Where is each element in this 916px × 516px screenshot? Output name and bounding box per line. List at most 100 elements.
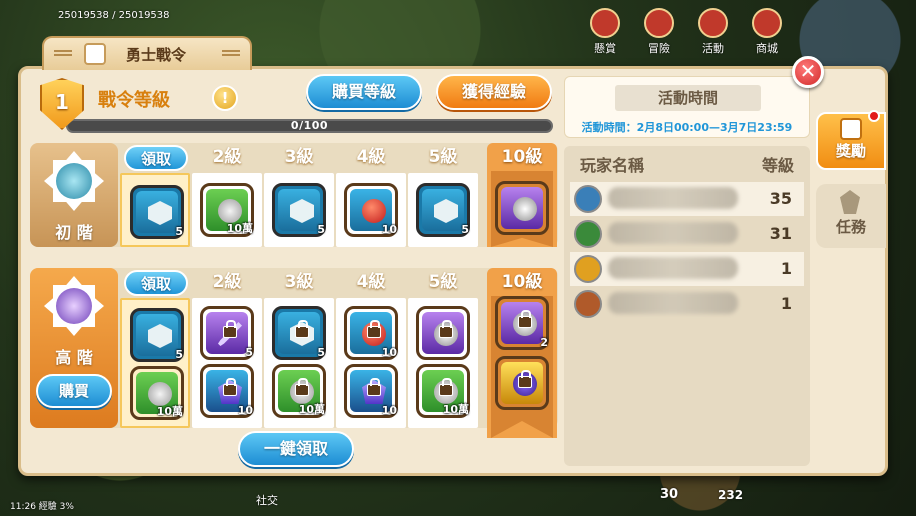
gold-item-icon[interactable]: [495, 356, 549, 410]
gem-item-icon[interactable]: 10: [344, 364, 398, 418]
player-avatar: [574, 255, 602, 283]
basic-emblem-icon: [44, 151, 104, 211]
level-header: 2級: [212, 147, 242, 167]
buy-level-button[interactable]: 購買等級: [306, 74, 422, 110]
coin-item-icon[interactable]: 10萬: [272, 364, 326, 418]
menu-adventure[interactable]: 冒險: [639, 8, 679, 56]
window-title: 勇士戰令: [126, 46, 187, 64]
ranking-header: 玩家名稱 等級: [580, 152, 794, 176]
player-avatar: [574, 220, 602, 248]
menu-bounty[interactable]: 懸賞: [585, 8, 625, 56]
advanced-rank-badge: 高 階 購買: [30, 268, 118, 428]
player-level: 31: [769, 224, 792, 243]
reward-qty: 10: [381, 223, 397, 236]
player-avatar: [574, 185, 602, 213]
reward-qty: 5: [245, 346, 253, 359]
player-level: 1: [780, 259, 792, 278]
ranking-list: 玩家名稱 等級 35 31 1 1: [564, 146, 810, 466]
lock-icon: [518, 310, 532, 328]
gain-exp-button[interactable]: 獲得經驗: [436, 74, 552, 110]
counter-b: 232: [718, 488, 744, 502]
reward-qty: 10: [381, 346, 397, 359]
info-icon[interactable]: !: [212, 85, 238, 111]
advanced-col-1: 2級 5 10: [192, 268, 262, 428]
ranking-row[interactable]: 1: [570, 287, 804, 321]
reward-qty: 10萬: [226, 222, 253, 235]
cube-item-icon[interactable]: 5: [416, 183, 470, 237]
lock-icon: [367, 320, 381, 338]
basic-col-0: 領取 5: [120, 143, 190, 247]
advanced-col-2: 3級 5 10萬: [264, 268, 334, 428]
silver-item-icon[interactable]: [495, 181, 549, 235]
level-header: 2級: [212, 272, 242, 292]
ranking-row[interactable]: 1: [570, 252, 804, 286]
tab-task[interactable]: 任務: [816, 184, 886, 248]
claim-button[interactable]: 領取: [124, 145, 188, 171]
player-name-blurred: [608, 222, 738, 244]
advanced-emblem-icon: [44, 276, 104, 336]
right-panel: 活動時間 活動時間：2月8日00:00—3月7日23:59 玩家名稱 等級 35…: [564, 76, 810, 466]
ranking-row[interactable]: 31: [570, 217, 804, 251]
reward-qty: 10萬: [298, 403, 325, 416]
cube-item-icon[interactable]: 5: [130, 308, 184, 362]
event-time-title: 活動時間: [615, 85, 761, 111]
ranking-col-name: 玩家名稱: [580, 156, 645, 175]
lock-icon: [439, 320, 453, 338]
level-header: 3級: [284, 147, 314, 167]
tab-reward[interactable]: 獎勵: [816, 110, 886, 170]
player-name-blurred: [608, 292, 738, 314]
ranking-row[interactable]: 35: [570, 182, 804, 216]
basic-col-4: 5級 5: [408, 143, 478, 247]
claim-all-button[interactable]: 一鍵領取: [238, 431, 354, 467]
cube-item-icon[interactable]: 5: [130, 185, 184, 239]
social-button[interactable]: 社交: [256, 492, 278, 508]
silver-item-icon[interactable]: 2: [495, 296, 549, 350]
claim-button[interactable]: 領取: [124, 270, 188, 296]
sword-item-icon[interactable]: 5: [200, 306, 254, 360]
ornament-right-icon: [222, 50, 240, 56]
cube-item-icon[interactable]: 5: [272, 183, 326, 237]
final-column-advanced: 10級 2: [487, 268, 557, 438]
level-header: 5級: [428, 147, 458, 167]
ball-item-icon[interactable]: 10: [344, 183, 398, 237]
tab-task-label: 任務: [835, 218, 866, 236]
final-header: 10級: [501, 147, 543, 167]
gem-item-icon[interactable]: 10: [200, 364, 254, 418]
menu-shop[interactable]: 商城: [747, 8, 787, 56]
player-name-blurred: [608, 257, 738, 279]
resource-counter: 25019538 / 25019538: [58, 10, 170, 21]
event-time-box: 活動時間 活動時間：2月8日00:00—3月7日23:59: [564, 76, 810, 138]
lock-icon: [223, 320, 237, 338]
level-title: 戰令等級: [98, 90, 170, 111]
reward-qty: 2: [540, 336, 548, 349]
shop-icon: [752, 8, 782, 38]
reward-qty: 10萬: [442, 403, 469, 416]
ball-item-icon[interactable]: 10: [344, 306, 398, 360]
reward-qty: 5: [175, 225, 183, 238]
ranking-col-level: 等級: [761, 156, 794, 175]
advanced-col-4: 5級 10萬: [408, 268, 478, 428]
basic-col-2: 3級 5: [264, 143, 334, 247]
reward-qty: 5: [175, 348, 183, 361]
close-button[interactable]: ✕: [792, 56, 824, 88]
final-header: 10級: [501, 272, 543, 292]
coin-item-icon[interactable]: 10萬: [130, 366, 184, 420]
basic-col-1: 2級 10萬: [192, 143, 262, 247]
notification-dot: [868, 110, 880, 122]
lock-icon: [367, 378, 381, 396]
buy-advanced-button[interactable]: 購買: [36, 374, 112, 408]
gift-icon: [840, 118, 862, 140]
basic-rank-badge: 初 階: [30, 143, 118, 247]
coin-item-icon[interactable]: 10萬: [416, 364, 470, 418]
ornament-left-icon: [54, 50, 72, 56]
coin-item-icon[interactable]: 10萬: [200, 183, 254, 237]
window-title-tab: 勇士戰令: [42, 36, 252, 70]
silver-item-icon[interactable]: [416, 306, 470, 360]
advanced-col-0: 領取 5 10萬: [120, 268, 190, 428]
player-avatar: [574, 290, 602, 318]
menu-activity[interactable]: 活動: [693, 8, 733, 56]
level-header: 3級: [284, 272, 314, 292]
gift-icon: [84, 43, 106, 65]
lock-icon: [439, 378, 453, 396]
cube-item-icon[interactable]: 5: [272, 306, 326, 360]
